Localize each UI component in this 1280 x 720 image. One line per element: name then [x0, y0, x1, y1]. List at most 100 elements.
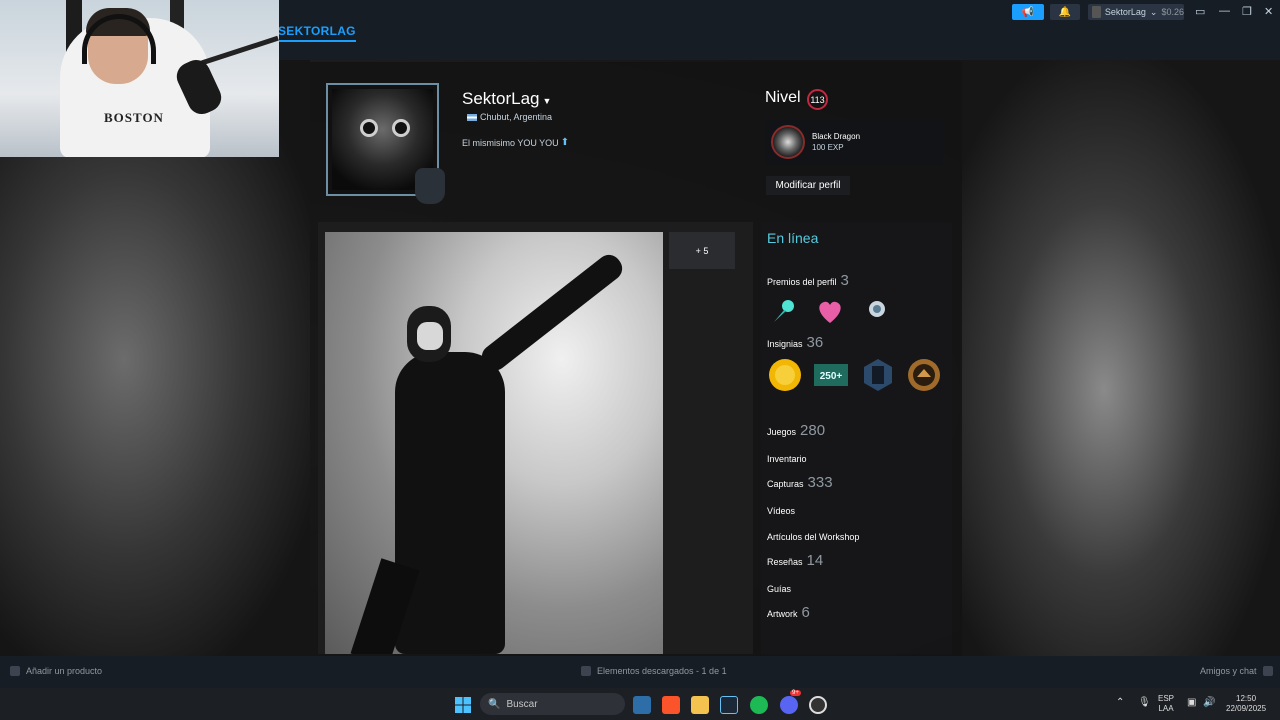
gold-coin-badge-icon[interactable] — [767, 357, 803, 393]
language-indicator[interactable]: ESP LAA — [1158, 694, 1174, 714]
account-avatar — [1092, 6, 1101, 18]
microphone-icon[interactable]: 🎙 — [1138, 698, 1151, 708]
favorite-badge[interactable]: Black Dragon 100 EXP — [765, 120, 943, 165]
clock-time: 12:50 — [1236, 694, 1257, 703]
add-product-button[interactable]: Añadir un producto — [10, 666, 102, 676]
artwork-count: 6 — [801, 604, 810, 621]
hex-character-badge-icon[interactable] — [860, 357, 896, 393]
edit-profile-button[interactable]: Modificar perfil — [766, 176, 850, 195]
announcements-button[interactable]: 📢 — [1012, 4, 1044, 20]
guides-label: Guías — [767, 584, 792, 594]
notifications-button[interactable]: 🔔 — [1050, 4, 1080, 20]
black-dragon-badge-icon — [771, 125, 805, 159]
reviews-count: 14 — [806, 552, 824, 569]
profile-awards-link[interactable]: Premios del perfil 3 — [767, 272, 849, 289]
guides-link[interactable]: Guías — [767, 584, 791, 594]
close-icon[interactable]: ✕ — [1264, 5, 1273, 18]
screenshots-link[interactable]: Capturas 333 — [767, 474, 833, 491]
online-status: En línea — [767, 230, 819, 246]
file-explorer-icon[interactable] — [691, 696, 709, 714]
level-label: Nivel — [765, 89, 801, 106]
clock[interactable]: 12:50 22/09/2025 — [1226, 694, 1266, 714]
spotify-icon[interactable] — [750, 696, 768, 714]
download-icon — [581, 666, 591, 676]
search-icon: 🔍 — [488, 698, 501, 710]
maximize-icon[interactable]: ❐ — [1242, 5, 1252, 18]
steam-bottom-bar: Añadir un producto Elementos descargados… — [0, 656, 1280, 688]
profile-location: Chubut, Argentina — [467, 112, 552, 122]
awards-label: Premios del perfil — [767, 277, 837, 287]
awards-count: 3 — [840, 272, 849, 289]
chevron-up-icon[interactable]: ⌃ — [1116, 698, 1124, 708]
obs-icon[interactable] — [809, 696, 827, 714]
media-app-icon[interactable] — [633, 696, 651, 714]
plus-icon — [10, 666, 20, 676]
screenshots-label: Capturas — [767, 479, 804, 489]
games-count: 280 — [800, 422, 826, 439]
downloads-button[interactable]: Elementos descargados - 1 de 1 — [581, 666, 727, 676]
artwork-label: Artwork — [767, 609, 798, 619]
big-picture-icon[interactable]: ▭ — [1195, 5, 1205, 18]
badges-count: 36 — [806, 334, 824, 351]
friends-chat-button[interactable]: Amigos y chat — [1200, 666, 1273, 676]
workshop-link[interactable]: Artículos del Workshop — [767, 532, 859, 542]
wallet-balance: $0.26 — [1161, 7, 1184, 17]
persona-name-dropdown[interactable]: SektorLag ▼ — [462, 89, 551, 109]
background-art-right — [960, 60, 1280, 660]
volume-icon[interactable]: 🔊 — [1203, 698, 1215, 708]
discord-icon[interactable]: 9+ — [780, 690, 801, 714]
screenshots-count: 333 — [807, 474, 833, 491]
level-badge[interactable]: 113 — [807, 89, 828, 110]
videos-label: Vídeos — [767, 506, 796, 516]
games-250-badge-icon[interactable]: 250+ — [813, 357, 849, 393]
argentina-flag-icon — [467, 113, 477, 121]
badges-link[interactable]: Insignias 36 — [767, 334, 823, 351]
comet-award-icon[interactable] — [769, 296, 799, 326]
avatar-eye-shape — [392, 119, 410, 137]
windows-start-icon[interactable] — [454, 696, 472, 714]
workshop-label: Artículos del Workshop — [767, 532, 860, 542]
badge-name: Black Dragon — [812, 132, 861, 141]
location-text: Chubut, Argentina — [480, 112, 553, 122]
badges-label: Insignias — [767, 339, 803, 349]
inventory-label: Inventario — [767, 454, 807, 464]
globe-award-icon[interactable] — [862, 296, 892, 326]
taskbar-search[interactable]: 🔍 Buscar — [480, 693, 625, 715]
steam-icon[interactable] — [720, 696, 738, 714]
reviews-link[interactable]: Reseñas 14 — [767, 552, 823, 569]
badge-250-text: 250+ — [820, 371, 843, 382]
brave-browser-icon[interactable] — [662, 696, 680, 714]
downloads-label: Elementos descargados - 1 de 1 — [597, 666, 727, 676]
discord-notification-badge: 9+ — [790, 690, 801, 696]
heart-award-icon[interactable] — [815, 296, 845, 326]
search-placeholder: Buscar — [506, 698, 538, 710]
clock-date: 22/09/2025 — [1226, 704, 1267, 713]
account-name: SektorLag — [1104, 7, 1146, 17]
chat-icon — [1262, 666, 1273, 676]
profile-summary: El mismisimo YOU YOU ⬆ — [462, 137, 569, 148]
inventory-link[interactable]: Inventario — [767, 454, 807, 464]
artwork-link[interactable]: Artwork 6 — [767, 604, 810, 621]
megaphone-icon: 📢 — [1021, 6, 1035, 18]
figure-face-shape — [417, 322, 443, 350]
arrow-up-icon: ⬆ — [560, 137, 570, 148]
bronze-eagle-badge-icon[interactable] — [906, 357, 942, 393]
friends-chat-label: Amigos y chat — [1200, 666, 1257, 676]
videos-link[interactable]: Vídeos — [767, 506, 795, 516]
minimize-icon[interactable]: — — [1219, 5, 1230, 17]
add-product-label: Añadir un producto — [26, 666, 103, 676]
network-icon[interactable]: ▣ — [1187, 698, 1196, 708]
showcase-artwork-image[interactable] — [325, 232, 663, 654]
mic-arm — [201, 35, 279, 66]
persona-name: SektorLag — [462, 89, 540, 108]
avatar-eye-shape — [360, 119, 378, 137]
games-link[interactable]: Juegos 280 — [767, 422, 825, 439]
nav-profile-title[interactable]: SEKTORLAG — [278, 24, 356, 42]
more-artwork-button[interactable]: + 5 — [669, 232, 735, 269]
shirt-text: BOSTON — [104, 110, 164, 125]
account-menu-button[interactable]: SektorLag ⌄ $0.26 — [1088, 4, 1184, 20]
figure-arm-shape — [476, 250, 627, 376]
games-label: Juegos — [767, 427, 797, 437]
summary-text: El mismisimo YOU YOU — [462, 137, 559, 148]
avatar-frame-cat — [415, 168, 445, 204]
